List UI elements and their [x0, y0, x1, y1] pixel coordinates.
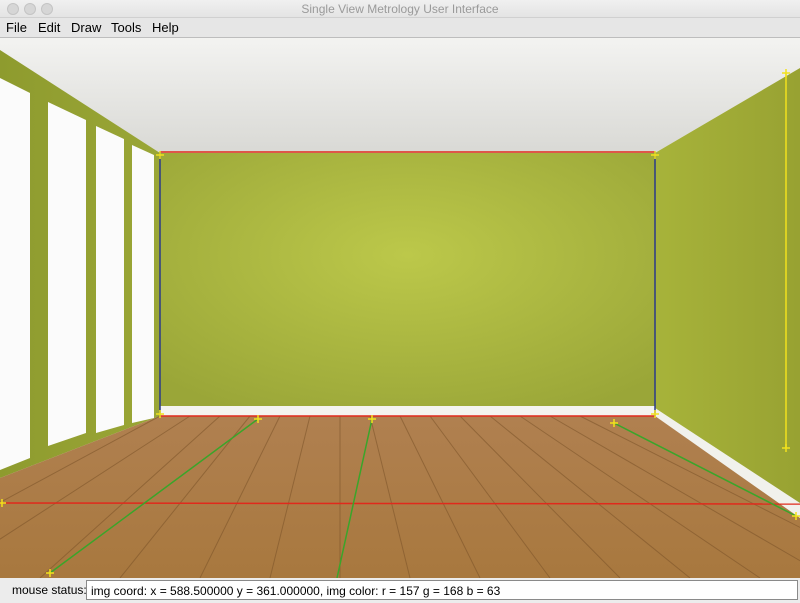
menu-file[interactable]: File [6, 20, 27, 35]
mouse-status-field: img coord: x = 588.500000 y = 361.000000… [86, 580, 798, 600]
reference-line [0, 502, 800, 505]
menu-edit[interactable]: Edit [38, 20, 60, 35]
menu-help[interactable]: Help [152, 20, 179, 35]
window-pane [48, 102, 86, 446]
window-pane [0, 78, 30, 470]
status-bar: mouse status: img coord: x = 588.500000 … [0, 578, 800, 603]
floor [0, 416, 800, 578]
window-pane [96, 126, 124, 433]
back-wall [160, 153, 655, 408]
window-title: Single View Metrology User Interface [301, 2, 499, 16]
image-canvas[interactable] [0, 38, 800, 578]
menu-bar: File Edit Draw Tools Help [0, 18, 800, 38]
back-baseboard [160, 406, 655, 416]
window-titlebar: Single View Metrology User Interface [0, 0, 800, 18]
window-pane [132, 145, 154, 423]
menu-draw[interactable]: Draw [71, 20, 101, 35]
menu-tools[interactable]: Tools [111, 20, 141, 35]
mouse-status-label: mouse status: [12, 583, 87, 597]
